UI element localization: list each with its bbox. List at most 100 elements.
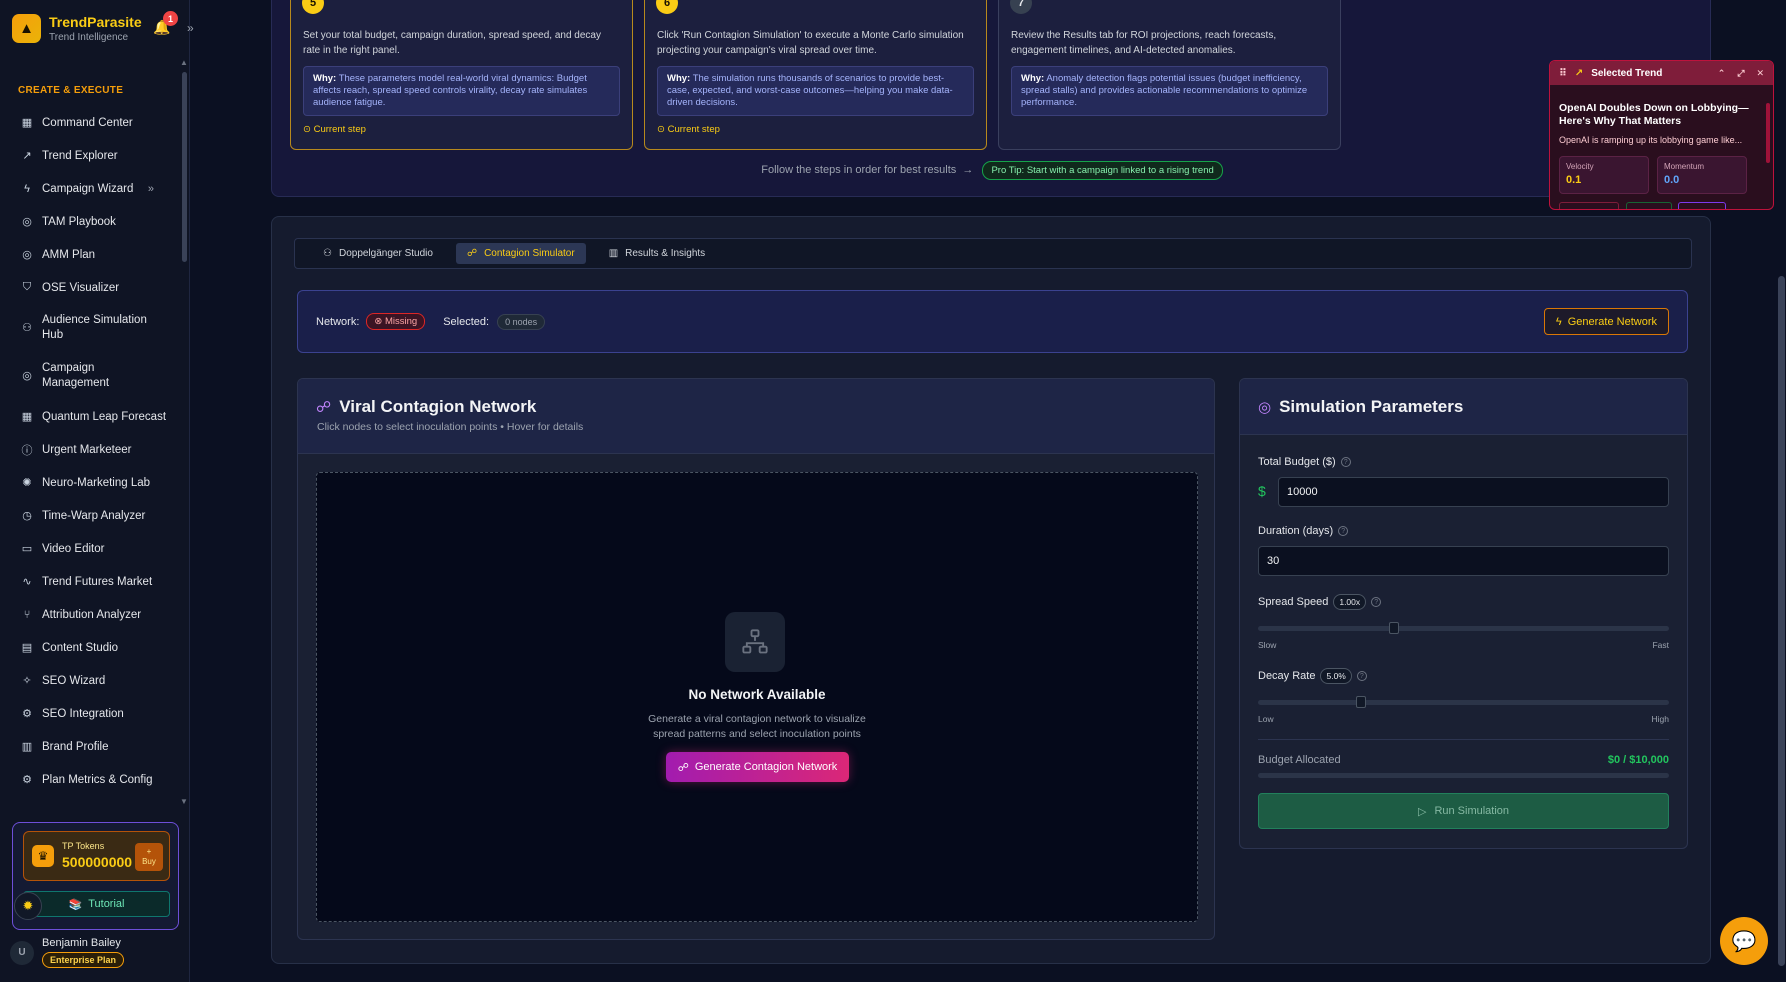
why-label: Why: [313, 73, 337, 84]
spread-speed-label: Spread Speed 1.00x? [1258, 594, 1382, 610]
drag-handle-icon[interactable]: ⠿ [1559, 68, 1567, 79]
sidebar-item-attribution-analyzer[interactable]: ⑂ Attribution Analyzer [0, 598, 178, 631]
trend-tag [1559, 202, 1619, 209]
play-icon: ▷ [1417, 805, 1427, 818]
sidebar-item-label: Quantum Leap Forecast [42, 410, 167, 423]
page-scrollbar[interactable] [1778, 276, 1785, 966]
budget-input[interactable]: 10000 [1278, 477, 1669, 507]
sidebar-item-trend-explorer[interactable]: ↗ Trend Explorer [0, 139, 178, 172]
tutorial-button[interactable]: 📚 Tutorial [23, 891, 170, 917]
sidebar-item-video-editor[interactable]: ▭ Video Editor [0, 532, 178, 565]
generate-contagion-network-button[interactable]: ☍ Generate Contagion Network [666, 752, 849, 782]
slider-thumb[interactable] [1355, 696, 1366, 708]
sidebar-item-ose-visualizer[interactable]: ⛉ OSE Visualizer [0, 271, 178, 304]
main-panel: ⚇ Doppelgänger Studio ☍ Contagion Simulato… [271, 216, 1711, 964]
trend-description: OpenAI is ramping up its lobbying game l… [1559, 135, 1743, 145]
arrow-right-icon: → [959, 164, 974, 176]
help-icon[interactable]: ? [1356, 671, 1367, 681]
step-description: Set your total budget, campaign duration… [303, 30, 601, 56]
network-tree-icon [725, 612, 785, 672]
network-icon: ☍ [316, 399, 332, 416]
sidebar-item-content-studio[interactable]: ▤ Content Studio [0, 631, 178, 664]
step-number: 7 [1010, 0, 1032, 14]
collapse-sidebar-icon[interactable]: » [187, 21, 194, 35]
generate-network-button[interactable]: ϟ Generate Network [1543, 308, 1669, 335]
minimize-icon[interactable]: ⌃ [1718, 68, 1726, 79]
chat-button[interactable]: 💬 [1720, 917, 1768, 965]
network-canvas[interactable]: No Network Available Generate a viral co… [316, 472, 1198, 922]
sidebar-item-campaign-wizard[interactable]: ϟ Campaign Wizard » [0, 172, 178, 205]
sidebar-item-campaign-management[interactable]: ◎ Campaign Management [0, 352, 178, 400]
why-text: These parameters model real-world viral … [313, 73, 588, 108]
run-simulation-button[interactable]: ▷ Run Simulation [1258, 793, 1669, 829]
network-card-header: ☍ Viral Contagion Network Click nodes to… [298, 379, 1214, 454]
sidebar-item-tam-playbook[interactable]: ◎ TAM Playbook [0, 205, 178, 238]
expand-icon[interactable]: ⤢ [1737, 68, 1744, 79]
network-card: ☍ Viral Contagion Network Click nodes to… [297, 378, 1215, 940]
close-icon[interactable]: ✕ [1756, 68, 1764, 79]
brand[interactable]: ▲ TrendParasite Trend Intelligence [12, 14, 142, 43]
sidebar-item-urgent-marketeer[interactable]: ⓘ Urgent Marketeer [0, 433, 178, 466]
sidebar-item-plan-metrics[interactable]: ⚙ Plan Metrics & Config [0, 763, 178, 796]
sidebar-item-label: Urgent Marketeer [42, 443, 132, 456]
trend-widget-header[interactable]: ⠿ ↗ Selected Trend ⌃ ⤢ ✕ [1550, 61, 1773, 85]
settings-gear-icon[interactable]: ✹ [14, 892, 42, 920]
step-status: Current step [667, 124, 720, 135]
spread-value-badge: 1.00x [1333, 594, 1367, 610]
duration-input[interactable]: 30 [1258, 546, 1669, 576]
buy-plus: + [146, 847, 152, 856]
sidebar-item-time-warp-analyzer[interactable]: ◷ Time-Warp Analyzer [0, 499, 178, 532]
crown-icon: ♛ [32, 845, 54, 867]
step-card-6: 6 Click 'Run Contagion Simulation' to ex… [644, 0, 987, 150]
bolt-icon: ϟ [1555, 315, 1562, 328]
velocity-stat: Velocity 0.1 [1559, 156, 1649, 194]
selected-nodes-badge: 0 nodes [497, 313, 546, 330]
help-icon[interactable]: ? [1371, 597, 1382, 607]
help-icon[interactable]: ? [1340, 457, 1351, 467]
step-card-5: 5 Set your total budget, campaign durati… [290, 0, 633, 150]
spread-speed-slider[interactable] [1258, 622, 1669, 634]
scroll-down-arrow-icon[interactable]: ▼ [180, 797, 188, 806]
why-label: Why: [1021, 73, 1045, 84]
network-label: Network: [316, 315, 360, 328]
help-icon[interactable]: ? [1338, 526, 1349, 536]
sidebar-item-quantum-leap-forecast[interactable]: ▦ Quantum Leap Forecast [0, 400, 178, 433]
sidebar-item-label: Content Studio [42, 641, 119, 654]
tab-results-insights[interactable]: ▥ Results & Insights [598, 243, 717, 264]
tutorial-label: Tutorial [88, 898, 125, 910]
trend-widget-scrollbar[interactable] [1766, 103, 1770, 163]
trend-title[interactable]: OpenAI Doubles Down on Lobbying—Here's W… [1559, 102, 1749, 128]
sidebar-item-amm-plan[interactable]: ◎ AMM Plan [0, 238, 178, 271]
sidebar-item-seo-wizard[interactable]: ✧ SEO Wizard [0, 664, 178, 697]
buy-tokens-button[interactable]: + Buy [135, 843, 163, 871]
duration-label: Duration (days)? [1258, 525, 1349, 537]
user-profile[interactable]: U Benjamin Bailey Enterprise Plan [10, 937, 125, 968]
clock-icon: ◷ [22, 510, 32, 522]
selected-label: Selected: [443, 315, 490, 328]
gear-icon: ⚙ [22, 774, 32, 786]
tab-contagion-simulator[interactable]: ☍ Contagion Simulator [455, 243, 586, 264]
plan-badge: Enterprise Plan [42, 952, 125, 968]
bolt-icon: ϟ [24, 182, 30, 195]
avatar: U [10, 940, 34, 965]
sidebar-item-command-center[interactable]: ▦ Command Center [0, 106, 178, 139]
empty-state-title: No Network Available [688, 687, 826, 702]
alert-icon: ⓘ [21, 444, 33, 457]
sidebar-item-neuro-marketing-lab[interactable]: ✺ Neuro-Marketing Lab [0, 466, 178, 499]
scroll-up-arrow-icon[interactable]: ▲ [180, 58, 188, 67]
tab-doppelganger-studio[interactable]: ⚇ Doppelgänger Studio [312, 243, 444, 264]
sidebar-item-audience-simulation-hub[interactable]: ⚇ Audience Simulation Hub [0, 304, 178, 352]
trend-icon: ↗ [22, 150, 32, 162]
sidebar-item-trend-futures-market[interactable]: ∿ Trend Futures Market [0, 565, 178, 598]
decay-rate-slider[interactable] [1258, 696, 1669, 708]
sidebar-scrollbar[interactable] [182, 72, 187, 262]
sidebar-item-seo-integration[interactable]: ⚙ SEO Integration [0, 697, 178, 730]
why-text: Anomaly detection flags potential issues… [1021, 73, 1308, 108]
sparkle-icon: ✧ [22, 675, 32, 687]
target-icon: ◎ [22, 216, 32, 228]
slider-thumb[interactable] [1388, 622, 1399, 634]
chevron-right-icon: » [147, 182, 154, 195]
sidebar-item-label: Brand Profile [42, 740, 109, 753]
sidebar-item-brand-profile[interactable]: ▥ Brand Profile [0, 730, 178, 763]
budget-label-text: Total Budget ($) [1258, 456, 1336, 468]
